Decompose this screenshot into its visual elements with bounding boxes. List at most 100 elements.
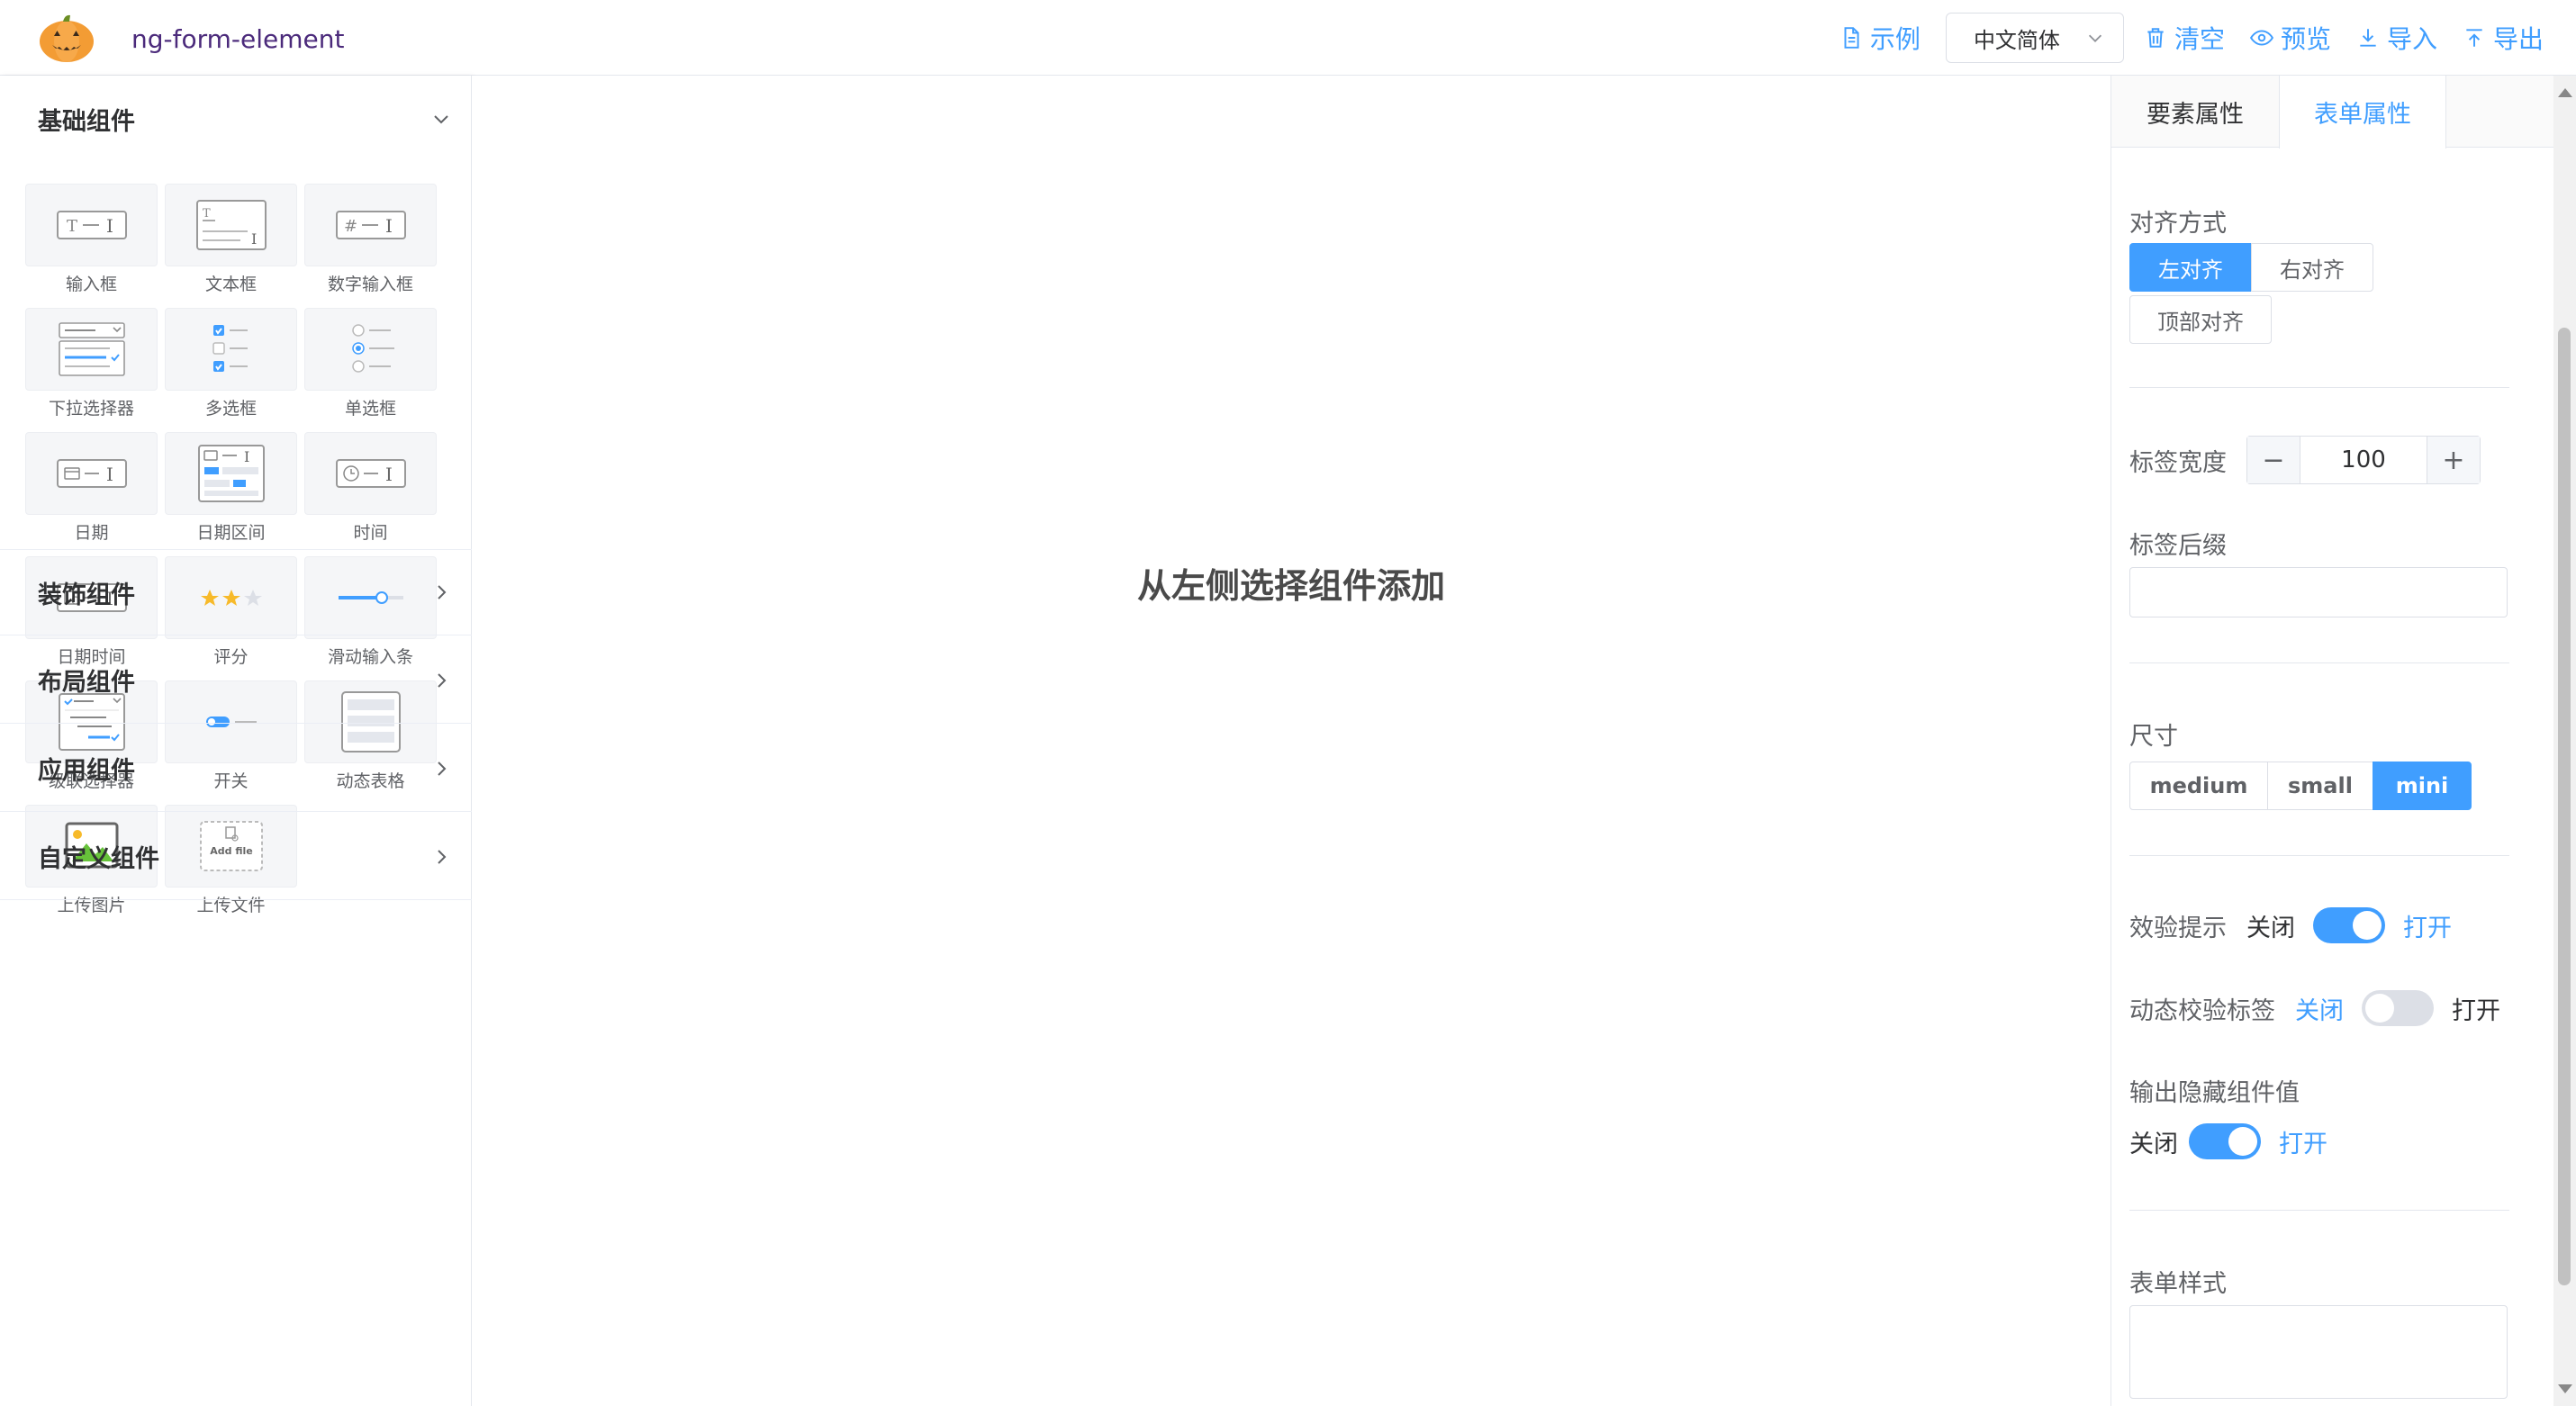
- label-width-stepper[interactable]: − 100 +: [2246, 436, 2481, 484]
- size-medium-button[interactable]: medium: [2129, 762, 2268, 810]
- component-checkbox[interactable]: 多选框: [165, 308, 297, 425]
- empty-canvas-tip: 从左侧选择组件添加: [1136, 566, 1445, 606]
- clear-button[interactable]: 清空: [2144, 20, 2225, 56]
- group-custom-header[interactable]: 自定义组件: [0, 814, 472, 900]
- scroll-up-arrow-icon[interactable]: [2558, 88, 2572, 97]
- chevron-down-icon: [434, 115, 448, 124]
- eye-icon: [2249, 30, 2273, 46]
- group-basic-header[interactable]: 基础组件: [0, 76, 472, 162]
- svg-text:T: T: [203, 207, 211, 221]
- chevron-right-icon: [438, 585, 447, 599]
- component-radio[interactable]: 单选框: [304, 308, 437, 425]
- form-style-label: 表单样式: [2129, 1270, 2227, 1298]
- group-layout-header[interactable]: 布局组件: [0, 637, 472, 724]
- component-select[interactable]: 下拉选择器: [25, 308, 158, 425]
- decrement-button[interactable]: −: [2247, 437, 2300, 483]
- size-small-button[interactable]: small: [2267, 762, 2373, 810]
- group-decoration-header[interactable]: 装饰组件: [0, 549, 472, 635]
- group-application-header[interactable]: 应用组件: [0, 726, 472, 812]
- dynamic-validate-switch[interactable]: [2362, 990, 2434, 1026]
- checkbox-icon: [212, 325, 248, 372]
- document-icon: [1844, 27, 1859, 49]
- component-sidebar: 基础组件 TI 输入框 TI 文本框 # I 数字输入框 下拉选择器 多选框 单…: [0, 76, 472, 1406]
- divider: [2129, 855, 2509, 856]
- app-header: ng-form-element 示例 中文简体 清空 预览 导入 导出: [0, 0, 2576, 76]
- output-hidden-switch[interactable]: [2189, 1123, 2261, 1159]
- validate-hint-switch[interactable]: [2313, 907, 2385, 943]
- clock-icon: I: [335, 459, 406, 488]
- align-right-button[interactable]: 右对齐: [2251, 243, 2373, 292]
- download-icon: [2360, 29, 2376, 47]
- align-button-group-row2: 顶部对齐: [2129, 295, 2272, 344]
- input-field-icon: TI: [56, 211, 127, 239]
- import-button[interactable]: 导入: [2356, 20, 2437, 56]
- size-label: 尺寸: [2129, 723, 2178, 751]
- scroll-down-arrow-icon[interactable]: [2558, 1384, 2572, 1393]
- size-button-group: medium small mini: [2129, 762, 2472, 810]
- divider: [2129, 387, 2509, 388]
- chevron-down-icon: [2088, 34, 2102, 42]
- align-top-button[interactable]: 顶部对齐: [2129, 295, 2272, 344]
- upload-icon: [2466, 29, 2482, 47]
- increment-button[interactable]: +: [2427, 437, 2480, 483]
- component-input[interactable]: TI 输入框: [25, 184, 158, 301]
- svg-text:I: I: [385, 464, 393, 485]
- dynamic-validate-off-label: 关闭: [2295, 996, 2344, 1025]
- component-date-range[interactable]: I 日期区间: [165, 432, 297, 549]
- scrollbar-thumb[interactable]: [2558, 328, 2571, 1285]
- svg-text:I: I: [106, 464, 113, 485]
- align-left-button[interactable]: 左对齐: [2129, 243, 2252, 292]
- textarea-icon: TI: [195, 200, 267, 250]
- output-hidden-off-label: 关闭: [2129, 1130, 2178, 1158]
- svg-text:#: #: [344, 217, 357, 236]
- example-label: 示例: [1869, 24, 1921, 54]
- form-style-textarea[interactable]: [2129, 1305, 2508, 1399]
- svg-text:I: I: [385, 215, 393, 237]
- size-mini-button[interactable]: mini: [2373, 762, 2472, 810]
- import-label: 导入: [2386, 24, 2437, 54]
- label-suffix-label: 标签后缀: [2129, 532, 2227, 560]
- chevron-right-icon: [438, 761, 447, 776]
- validate-hint-label: 效验提示: [2129, 914, 2227, 942]
- validate-hint-row: 效验提示 关闭 打开: [2129, 907, 2452, 943]
- component-date[interactable]: I 日期: [25, 432, 158, 549]
- component-textarea[interactable]: TI 文本框: [165, 184, 297, 301]
- label-width-label: 标签宽度: [2129, 449, 2227, 477]
- output-hidden-row: 关闭 打开: [2129, 1123, 2327, 1159]
- example-button[interactable]: 示例: [1839, 20, 1921, 56]
- number-input-icon: # I: [335, 211, 406, 239]
- dynamic-validate-label: 动态校验标签: [2129, 996, 2275, 1025]
- label-suffix-input[interactable]: [2129, 567, 2508, 617]
- svg-text:I: I: [251, 230, 257, 248]
- svg-text:T: T: [67, 217, 77, 236]
- chevron-right-icon: [438, 849, 447, 864]
- export-button[interactable]: 导出: [2463, 20, 2544, 56]
- date-icon: I: [56, 459, 127, 488]
- clear-label: 清空: [2174, 24, 2225, 54]
- chevron-right-icon: [438, 672, 447, 688]
- divider: [2129, 1210, 2509, 1211]
- align-label: 对齐方式: [2129, 210, 2227, 238]
- date-range-icon: I: [197, 445, 265, 502]
- validate-hint-off-label: 关闭: [2246, 914, 2295, 942]
- page-scrollbar[interactable]: [2553, 76, 2576, 1406]
- label-width-value[interactable]: 100: [2300, 437, 2427, 483]
- divider: [2129, 662, 2509, 663]
- language-select[interactable]: 中文简体: [1945, 13, 2124, 63]
- align-button-group: 左对齐 右对齐: [2129, 243, 2373, 292]
- radio-icon: [351, 324, 394, 373]
- header-actions: 示例 中文简体 清空 预览 导入 导出: [1839, 13, 2544, 63]
- form-canvas[interactable]: 从左侧选择组件添加: [472, 76, 2111, 1406]
- component-number-input[interactable]: # I 数字输入框: [304, 184, 437, 301]
- preview-button[interactable]: 预览: [2249, 20, 2331, 56]
- svg-text:I: I: [106, 215, 113, 237]
- language-value: 中文简体: [1973, 27, 2060, 53]
- tab-form-properties[interactable]: 表单属性: [2279, 76, 2446, 149]
- dropdown-select-icon: [58, 322, 125, 376]
- tab-element-properties[interactable]: 要素属性: [2111, 76, 2279, 148]
- dynamic-validate-on-label: 打开: [2452, 996, 2500, 1025]
- validate-hint-on-label: 打开: [2403, 914, 2452, 942]
- export-label: 导出: [2492, 24, 2544, 54]
- output-hidden-label: 输出隐藏组件值: [2129, 1079, 2300, 1107]
- component-time[interactable]: I 时间: [304, 432, 437, 549]
